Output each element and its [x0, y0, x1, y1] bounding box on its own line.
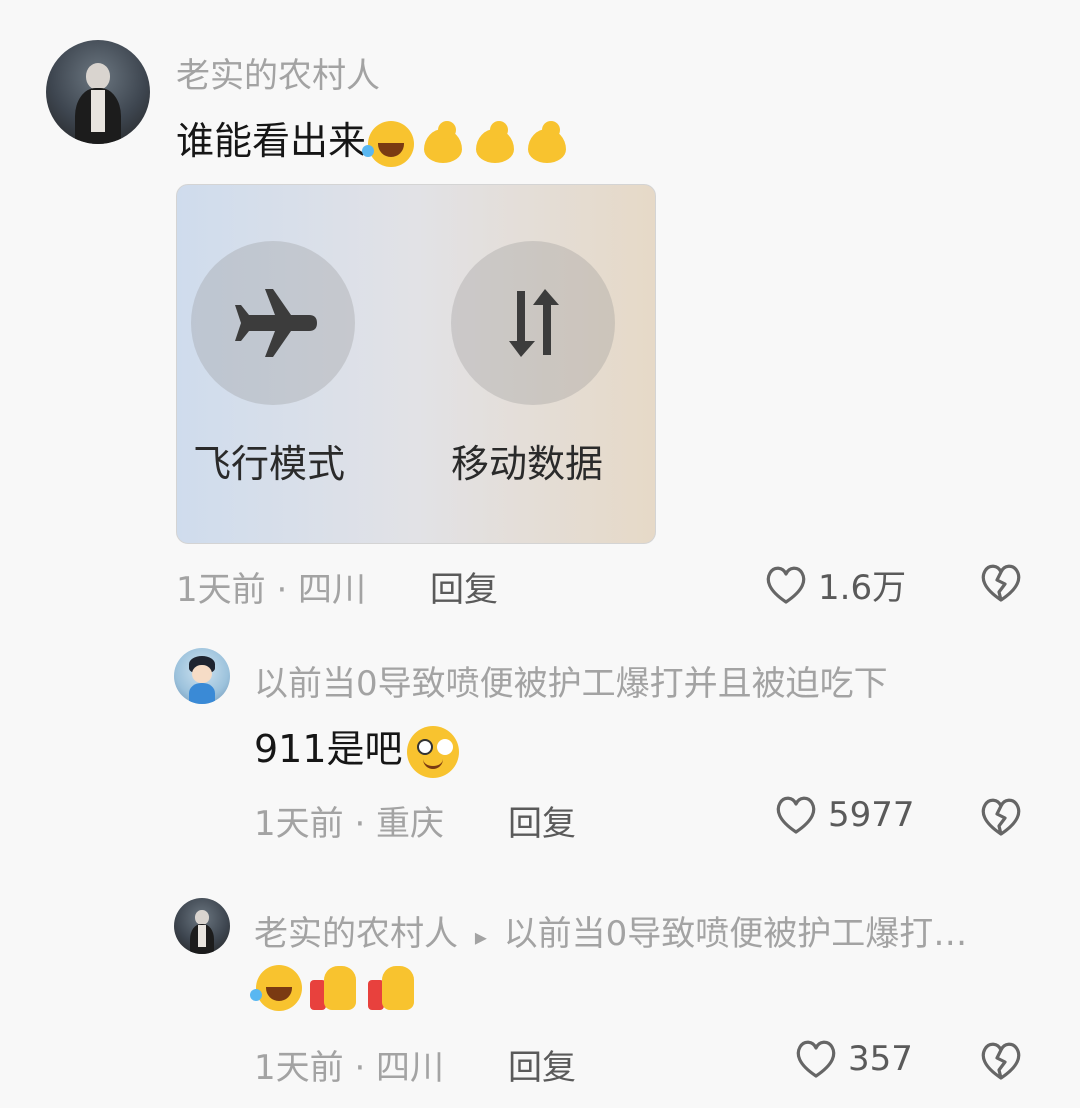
comment-image[interactable]: 飞行模式 移动数据: [176, 184, 656, 544]
thumbs-up-emoji-icon: [308, 962, 360, 1014]
muscle-emoji-icon: [524, 120, 570, 167]
dislike-button[interactable]: [978, 796, 1024, 842]
airplane-icon: [235, 289, 317, 357]
dislike-button[interactable]: [978, 1040, 1024, 1086]
comment-username-name[interactable]: 老实的农村人: [254, 914, 458, 954]
reply-to-username[interactable]: 以前当0导致喷便被护工爆打…: [504, 914, 968, 954]
airplane-mode-tile: [191, 241, 355, 405]
mobile-data-icon: [509, 289, 559, 357]
muscle-emoji-icon: [420, 120, 466, 167]
comment-username[interactable]: 以前当0导致喷便被护工爆打并且被迫吃下: [254, 656, 888, 705]
reply-button[interactable]: 回复: [508, 1040, 576, 1089]
flushed-smile-emoji-icon: [406, 725, 459, 778]
comment-username: 老实的农村人 ▸ 以前当0导致喷便被护工爆打…: [254, 906, 967, 955]
muscle-emoji-icon: [472, 120, 518, 167]
like-button[interactable]: 357: [794, 1038, 913, 1080]
dislike-button[interactable]: [978, 562, 1024, 608]
avatar[interactable]: [46, 40, 150, 144]
like-count: 1.6万: [818, 568, 907, 608]
like-count: 5977: [828, 795, 915, 835]
comment-text: [250, 962, 418, 1014]
avatar[interactable]: [174, 648, 230, 704]
comment-meta: 1天前 · 四川: [254, 1048, 445, 1088]
reply-button[interactable]: 回复: [430, 562, 498, 611]
broken-heart-icon: [981, 1042, 1021, 1080]
reply-button[interactable]: 回复: [508, 796, 576, 845]
mobile-data-label: 移动数据: [451, 442, 604, 486]
comment-meta: 1天前 · 四川: [176, 570, 367, 610]
reply-arrow-icon: ▸: [474, 923, 487, 951]
laugh-cry-emoji-icon: [250, 965, 302, 1011]
comment-username[interactable]: 老实的农村人: [176, 48, 380, 97]
thumbs-up-emoji-icon: [366, 962, 418, 1014]
comment-text-content: 911是吧: [254, 727, 403, 771]
comment-text: 911是吧: [254, 718, 459, 778]
airplane-mode-label: 飞行模式: [193, 442, 346, 486]
like-button[interactable]: 5977: [774, 794, 915, 836]
avatar[interactable]: [174, 898, 230, 954]
broken-heart-icon: [981, 564, 1021, 602]
comment-text: 谁能看出来: [176, 110, 570, 167]
comment-text-content: 谁能看出来: [176, 119, 367, 163]
heart-icon: [796, 1040, 836, 1078]
laugh-cry-emoji-icon: [362, 120, 415, 167]
comment-meta: 1天前 · 重庆: [254, 804, 445, 844]
like-button[interactable]: 1.6万: [764, 560, 906, 609]
heart-icon: [776, 796, 816, 834]
mobile-data-tile: [451, 241, 615, 405]
heart-icon: [766, 566, 806, 604]
like-count: 357: [848, 1039, 913, 1079]
broken-heart-icon: [981, 798, 1021, 836]
